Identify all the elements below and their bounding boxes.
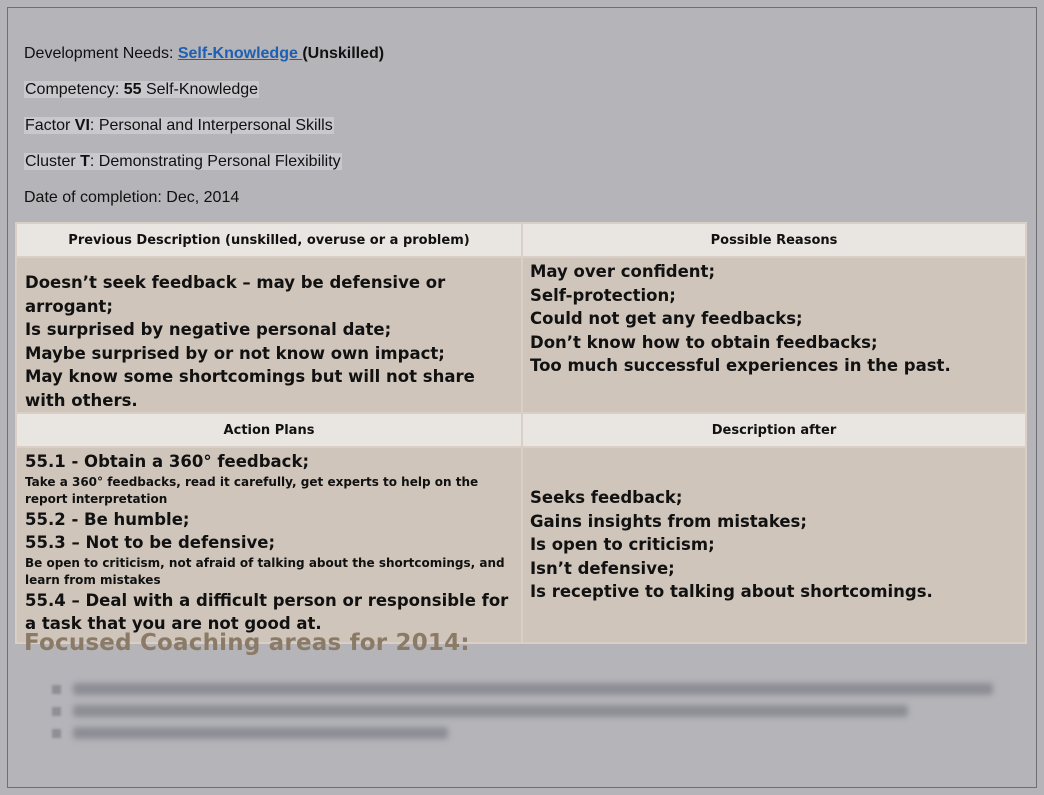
blurred-list-item — [52, 704, 993, 718]
competency-name: Self-Knowledge — [141, 81, 259, 98]
cluster-line: Cluster T: Demonstrating Personal Flexib… — [24, 152, 342, 172]
plan-55-1: 55.1 - Obtain a 360° feedback; — [25, 452, 310, 471]
possible-reasons-cell: May over confident; Self-protection; Cou… — [521, 256, 1027, 414]
factor-label: Factor — [25, 117, 75, 134]
plan-55-3-note: Be open to criticism, not afraid of talk… — [25, 555, 505, 587]
plan-55-1-note: Take a 360° feedbacks, read it carefully… — [25, 474, 479, 506]
blurred-text — [73, 727, 448, 739]
development-needs-line: Development Needs: Self-Knowledge (Unski… — [24, 44, 384, 64]
after-item: Isn’t defensive; — [530, 558, 675, 578]
self-knowledge-link[interactable]: Self-Knowledge — [178, 45, 302, 62]
focused-coaching-title: Focused Coaching areas for 2014: — [24, 630, 470, 656]
competency-line: Competency: 55 Self-Knowledge — [24, 80, 260, 100]
reason-item: Don’t know how to obtain feedbacks; — [530, 332, 878, 352]
reason-item: Could not get any feedbacks; — [530, 309, 803, 328]
previous-item: Is surprised by negative personal date; — [25, 320, 392, 339]
after-item: Seeks feedback; — [530, 488, 683, 507]
previous-description-cell: Doesn’t seek feedback – may be defensive… — [15, 256, 523, 414]
cluster-name: : Demonstrating Personal Flexibility — [89, 153, 341, 170]
after-item: Gains insights from mistakes; — [530, 511, 807, 531]
previous-item: May know some shortcomings but will not … — [25, 367, 475, 410]
after-item: Is open to criticism; — [530, 535, 715, 554]
plan-55-3: 55.3 – Not to be defensive; — [25, 533, 276, 552]
plan-55-4: 55.4 – Deal with a difficult person or r… — [25, 590, 509, 634]
reason-item: Self-protection; — [530, 285, 676, 305]
development-table: Previous Description (unskilled, overuse… — [15, 222, 1027, 644]
bullet-icon — [52, 684, 61, 694]
cluster-label: Cluster — [25, 153, 81, 170]
dev-needs-suffix: (Unskilled) — [302, 45, 385, 62]
blurred-list-item — [52, 726, 993, 740]
reason-item: Too much successful experiences in the p… — [530, 356, 951, 375]
plan-55-2: 55.2 - Be humble; — [25, 509, 190, 529]
blurred-text — [73, 705, 908, 717]
after-item: Is receptive to talking about shortcomin… — [530, 582, 933, 601]
action-plans-cell: 55.1 - Obtain a 360° feedback; Take a 36… — [15, 446, 523, 644]
factor-line: Factor VI: Personal and Interpersonal Sk… — [24, 116, 334, 136]
date-of-completion: Date of completion: Dec, 2014 — [24, 189, 240, 206]
action-plans-header: Action Plans — [15, 412, 523, 448]
competency-number: 55 — [123, 81, 142, 98]
previous-item: Maybe surprised by or not know own impac… — [25, 343, 445, 363]
factor-name: : Personal and Interpersonal Skills — [89, 117, 333, 134]
competency-label: Competency: — [25, 81, 124, 98]
blurred-text — [73, 683, 993, 695]
previous-item: Doesn’t seek feedback – may be defensive… — [25, 273, 446, 316]
reason-item: May over confident; — [530, 262, 716, 281]
description-after-header: Description after — [521, 412, 1027, 448]
previous-description-header: Previous Description (unskilled, overuse… — [15, 222, 523, 258]
possible-reasons-header: Possible Reasons — [521, 222, 1027, 258]
factor-roman: VI — [74, 117, 90, 134]
bullet-icon — [52, 706, 61, 716]
blurred-coaching-list — [52, 682, 993, 748]
cluster-letter: T — [80, 153, 90, 170]
bullet-icon — [52, 728, 61, 738]
description-after-cell: Seeks feedback; Gains insights from mist… — [521, 446, 1027, 644]
dev-needs-label: Development Needs: — [24, 45, 178, 62]
blurred-list-item — [52, 682, 993, 696]
